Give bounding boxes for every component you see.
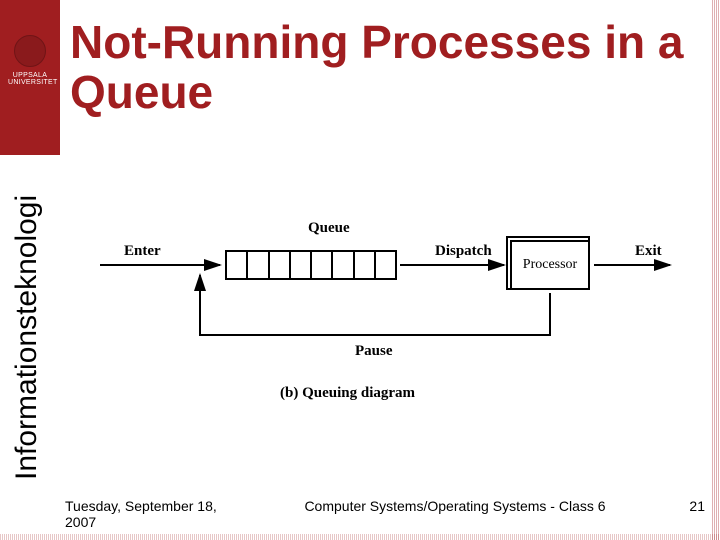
university-name: UPPSALA UNIVERSITET [8,72,52,86]
diagram-arrows [90,215,680,435]
slide-footer: Tuesday, September 18, 2007 Computer Sys… [65,498,705,530]
queuing-diagram: Enter Queue Dispatch Exit Pause Processo… [90,215,680,435]
diagram-caption: (b) Queuing diagram [280,385,415,402]
slide-title: Not-Running Processes in a Queue [70,18,720,117]
footer-date: Tuesday, September 18, 2007 [65,498,235,530]
footer-page: 21 [675,498,705,514]
bottom-stripe-decor [0,534,720,540]
department-label: Informationsteknologi [10,195,44,480]
footer-course: Computer Systems/Operating Systems - Cla… [235,498,675,514]
uppsala-logo-icon [14,35,46,67]
